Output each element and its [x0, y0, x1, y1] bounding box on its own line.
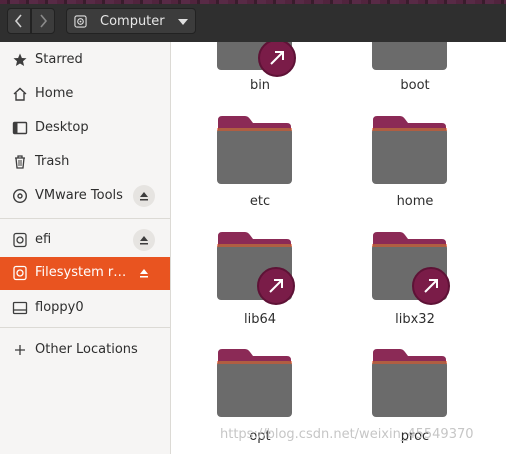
disc-icon	[12, 188, 28, 204]
chevron-left-icon	[14, 14, 22, 28]
sidebar-item-filesystem-root[interactable]: Filesystem r…	[0, 257, 170, 290]
folder-item-etc[interactable]: etc	[215, 114, 305, 214]
folder-icon	[372, 116, 447, 184]
sidebar-item-label: Trash	[35, 154, 70, 169]
symlink-badge	[257, 267, 295, 305]
drive-icon	[13, 265, 27, 281]
sidebar-separator	[0, 327, 170, 328]
eject-button[interactable]	[133, 262, 155, 284]
chevron-right-icon	[40, 14, 48, 28]
home-icon	[13, 87, 27, 101]
sidebar-item-other-locations[interactable]: Other Locations	[0, 334, 170, 366]
sidebar-item-desktop[interactable]: Desktop	[0, 112, 170, 144]
folder-icon	[372, 349, 447, 417]
sidebar-item-label: VMware Tools	[35, 188, 123, 203]
star-icon	[13, 53, 27, 66]
arrow-up-right-icon	[270, 51, 284, 65]
sidebar-item-label: Home	[35, 86, 74, 101]
eject-button[interactable]	[133, 229, 155, 251]
folder-icon	[372, 42, 447, 70]
sidebar-item-trash[interactable]: Trash	[0, 146, 170, 178]
eject-icon	[140, 269, 148, 278]
arrow-up-right-icon	[269, 279, 283, 293]
file-view: bin boot etc home lib64 libx32 opt proc	[172, 42, 506, 454]
folder-icon	[217, 116, 292, 184]
back-button[interactable]	[7, 8, 31, 34]
sidebar-item-label: floppy0	[35, 300, 84, 315]
sidebar: Starred Home Desktop Trash VMware Tools …	[0, 42, 171, 454]
arrow-up-right-icon	[424, 279, 438, 293]
folder-name: home	[396, 194, 434, 209]
folder-icon	[217, 349, 292, 417]
folder-name: boot	[400, 78, 430, 93]
folder-item-bin[interactable]: bin	[215, 42, 305, 100]
sidebar-item-vmware-tools[interactable]: VMware Tools	[0, 180, 170, 212]
eject-icon	[140, 192, 148, 201]
folder-name: bin	[249, 78, 271, 93]
forward-button[interactable]	[31, 8, 55, 34]
path-bar-button[interactable]: Computer	[66, 8, 196, 34]
folder-item-home[interactable]: home	[370, 114, 460, 214]
sidebar-item-label: Other Locations	[35, 342, 138, 357]
folder-item-lib64[interactable]: lib64	[215, 230, 305, 330]
folder-name: lib64	[243, 312, 277, 327]
folder-item-boot[interactable]: boot	[370, 42, 460, 100]
eject-button[interactable]	[133, 185, 155, 207]
sidebar-item-home[interactable]: Home	[0, 78, 170, 110]
header-bar: Computer	[0, 0, 506, 42]
desktop-icon	[12, 121, 28, 135]
background-window-strip	[0, 0, 506, 4]
sidebar-item-label: Desktop	[35, 120, 89, 135]
sidebar-item-label: Starred	[35, 52, 83, 67]
symlink-badge	[412, 267, 450, 305]
path-label: Computer	[100, 14, 165, 29]
sidebar-item-label: efi	[35, 232, 52, 247]
folder-name: etc	[249, 194, 271, 209]
watermark-text: https://blog.csdn.net/weixin_45549370	[220, 427, 474, 442]
drive-icon	[74, 15, 87, 28]
drive-icon	[13, 232, 27, 248]
sidebar-item-floppy0[interactable]: floppy0	[0, 292, 170, 324]
sidebar-separator	[0, 218, 170, 219]
folder-name: libx32	[395, 312, 435, 327]
eject-icon	[140, 236, 148, 245]
plus-icon	[15, 345, 25, 355]
folder-item-libx32[interactable]: libx32	[370, 230, 460, 330]
sidebar-item-starred[interactable]: Starred	[0, 44, 170, 76]
sidebar-item-efi[interactable]: efi	[0, 224, 170, 256]
floppy-icon	[12, 301, 28, 315]
trash-icon	[15, 155, 25, 169]
sidebar-item-label: Filesystem r…	[35, 265, 127, 280]
caret-down-icon	[178, 19, 188, 25]
